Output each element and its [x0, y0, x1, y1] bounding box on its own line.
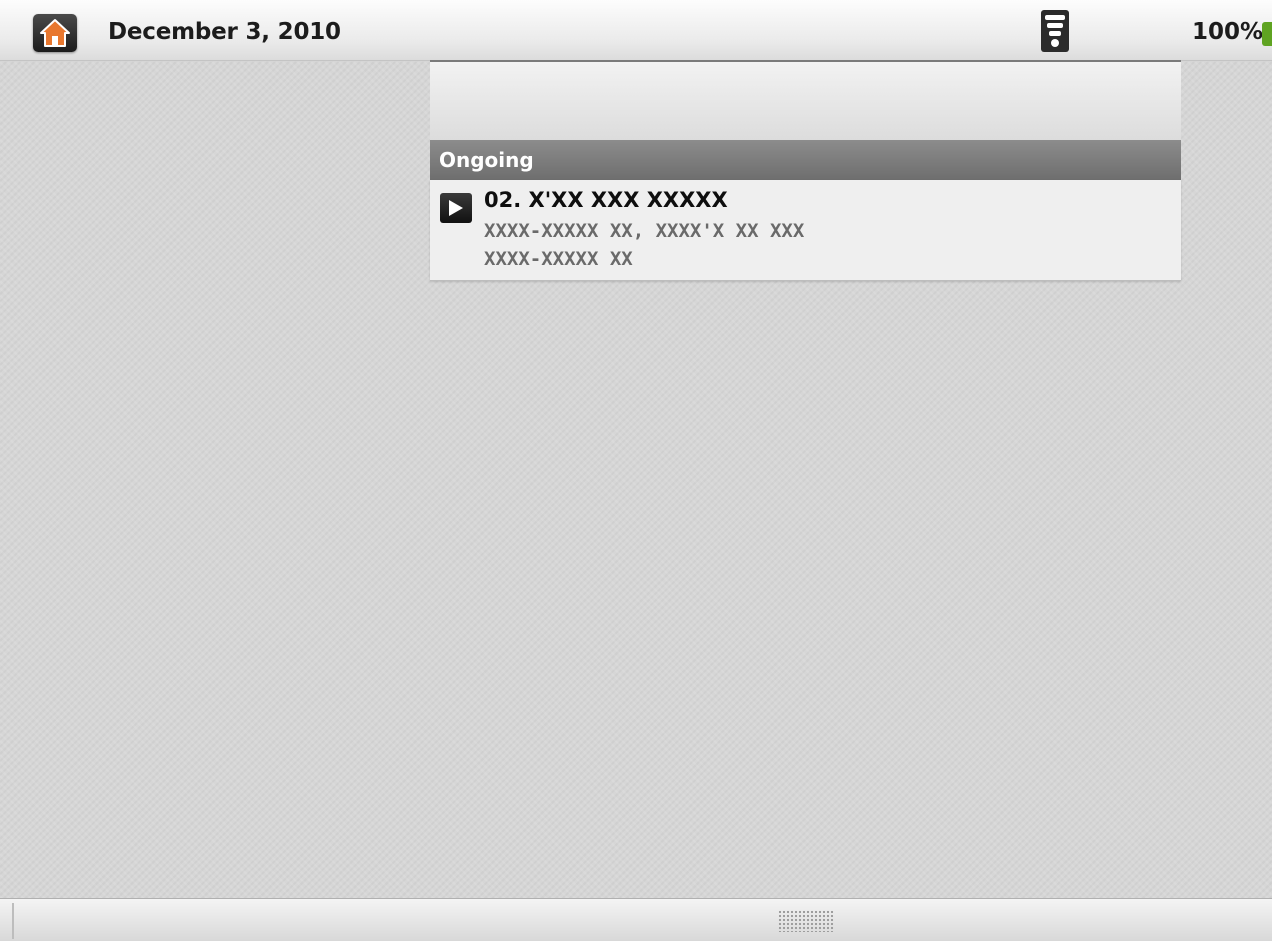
bar-divider [12, 903, 14, 939]
notification-line-2: XXXX-XXXXX XX [484, 248, 633, 270]
wifi-signal-icon [1040, 9, 1070, 53]
ongoing-notification-item[interactable]: 02. X'XX XXX XXXXX XXXX-XXXXX XX, XXXX'X… [430, 180, 1181, 281]
status-bar: December 3, 2010 100% [0, 0, 1272, 61]
section-title: Ongoing [439, 148, 534, 172]
notification-panel-header [430, 60, 1181, 141]
notification-title: 02. X'XX XXX XXXXX [484, 188, 728, 212]
drag-grip-icon[interactable] [778, 910, 834, 932]
home-button[interactable] [33, 14, 77, 52]
ongoing-section-header: Ongoing [430, 140, 1181, 180]
battery-icon [1262, 22, 1272, 46]
system-bar [0, 898, 1272, 941]
battery-percentage: 100% [1192, 19, 1264, 45]
status-date: December 3, 2010 [108, 19, 341, 45]
play-icon [440, 193, 472, 223]
notification-line-1: XXXX-XXXXX XX, XXXX'X XX XXX [484, 220, 805, 242]
